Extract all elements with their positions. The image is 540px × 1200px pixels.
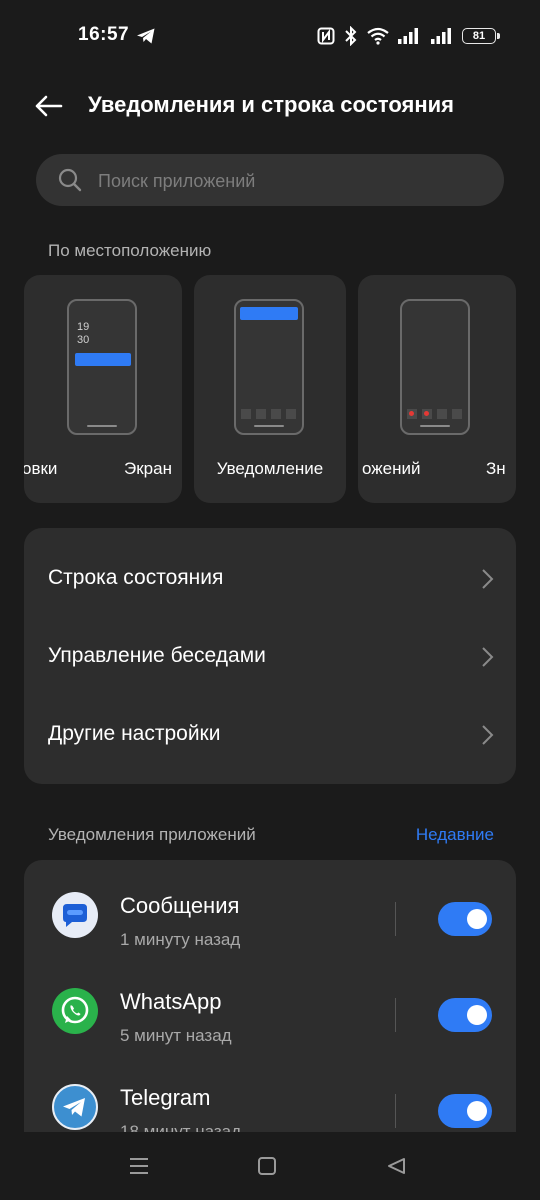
card-label: овки (24, 459, 58, 478)
sort-recent-link[interactable]: Недавние (416, 825, 494, 845)
toggle-knob (467, 1005, 487, 1025)
phone-preview: 19 30 (67, 299, 137, 435)
search-input[interactable] (96, 154, 490, 208)
preview-dock (241, 409, 297, 419)
preview-notification (240, 307, 298, 320)
phone-preview (234, 299, 304, 435)
app-notifications-list: Сообщения 1 минуту назад WhatsApp 5 мину… (24, 860, 516, 1132)
layout-card-lockscreen[interactable]: 19 30 овки Экран (24, 275, 182, 503)
back-triangle-icon (388, 1158, 405, 1174)
signal-icon (431, 28, 451, 44)
divider (395, 1094, 396, 1128)
app-last-notification-time: 5 минут назад (120, 1026, 232, 1045)
chevron-right-icon (482, 725, 494, 745)
menu-item-label: Другие настройки (48, 722, 221, 745)
notification-toggle-telegram[interactable] (438, 1094, 492, 1128)
app-name: WhatsApp (120, 989, 222, 1014)
layout-section-label: По местоположению (48, 241, 212, 260)
preview-home-bar (420, 425, 450, 427)
menu-item-other-settings[interactable]: Другие настройки (24, 696, 516, 774)
telegram-icon (52, 1084, 98, 1130)
preview-home-bar (254, 425, 284, 427)
layout-card-notification[interactable]: Уведомление (194, 275, 346, 503)
status-bar: 16:57 81 (0, 0, 540, 72)
divider (395, 902, 396, 936)
search-icon (58, 168, 82, 192)
app-name: Сообщения (120, 893, 240, 918)
app-last-notification-time: 18 минут назад (120, 1122, 242, 1132)
card-label: ожений (362, 459, 421, 478)
search-bar[interactable] (36, 154, 504, 208)
battery-icon: 81 (462, 28, 500, 44)
messages-icon (52, 892, 98, 938)
card-label: Экран (124, 459, 172, 478)
notification-toggle-messages[interactable] (438, 902, 492, 936)
preview-home-bar (87, 425, 117, 427)
notification-toggle-whatsapp[interactable] (438, 998, 492, 1032)
nfc-icon (317, 27, 335, 45)
battery-level: 81 (472, 30, 486, 42)
wifi-icon (367, 27, 389, 45)
app-name: Telegram (120, 1085, 211, 1110)
back-button[interactable] (30, 88, 66, 124)
menu-icon (130, 1158, 148, 1174)
menu-item-label: Строка состояния (48, 566, 224, 589)
menu-item-label: Управление беседами (48, 644, 266, 667)
layout-card-badges[interactable]: ожений Зн (358, 275, 516, 503)
home-button[interactable] (255, 1154, 279, 1178)
app-row-whatsapp[interactable]: WhatsApp 5 минут назад (24, 956, 516, 1052)
toggle-knob (467, 909, 487, 929)
card-label: Уведомление (216, 459, 324, 478)
status-time: 16:57 (78, 24, 130, 45)
telegram-icon (137, 28, 155, 44)
preview-clock: 19 30 (77, 321, 90, 346)
chevron-right-icon (482, 569, 494, 589)
recents-button[interactable] (127, 1154, 151, 1178)
screen: 16:57 81 Уведомления и строка состояния … (0, 0, 540, 1200)
back-nav-button[interactable] (384, 1154, 408, 1178)
menu-item-conversations[interactable]: Управление беседами (24, 618, 516, 696)
bluetooth-icon (345, 26, 357, 46)
page-title: Уведомления и строка состояния (88, 92, 455, 117)
toggle-knob (467, 1101, 487, 1121)
chevron-right-icon (482, 647, 494, 667)
app-row-messages[interactable]: Сообщения 1 минуту назад (24, 860, 516, 956)
navigation-bar (0, 1132, 540, 1200)
home-icon (258, 1157, 276, 1175)
divider (395, 998, 396, 1032)
apps-section-label: Уведомления приложений (48, 825, 256, 844)
preview-notification (75, 353, 131, 366)
phone-preview (400, 299, 470, 435)
card-label: Зн (486, 459, 506, 478)
menu-item-status-bar[interactable]: Строка состояния (24, 540, 516, 618)
app-last-notification-time: 1 минуту назад (120, 930, 241, 949)
status-icons: 81 (317, 24, 500, 48)
app-row-telegram[interactable]: Telegram 18 минут назад (24, 1052, 516, 1132)
preview-dock (407, 409, 463, 419)
settings-menu: Строка состояния Управление беседами Дру… (24, 528, 516, 784)
arrow-left-icon (35, 95, 63, 117)
signal-icon (398, 28, 418, 44)
whatsapp-icon (52, 988, 98, 1034)
